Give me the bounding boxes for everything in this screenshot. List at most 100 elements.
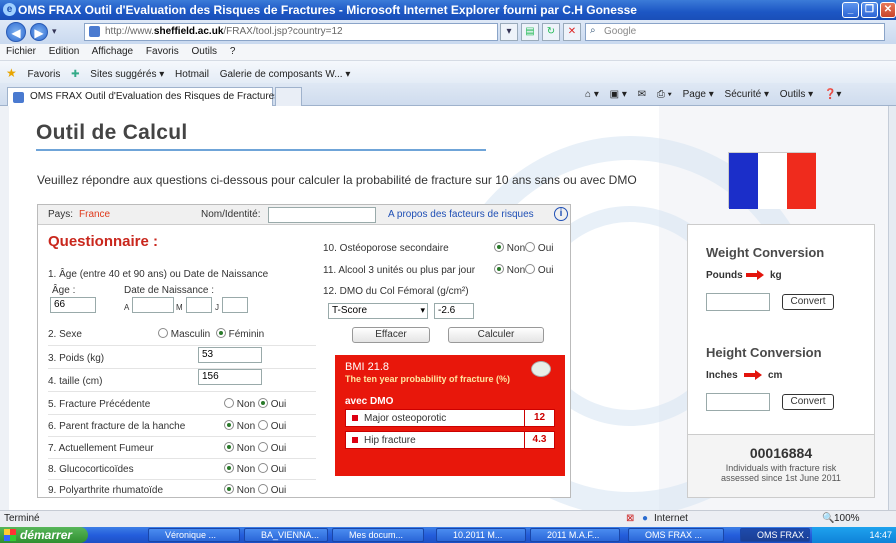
sex-radios: Masculin Féminin — [158, 328, 264, 340]
questionnaire-heading: Questionnaire : — [48, 233, 159, 250]
q10-yes-radio[interactable] — [525, 242, 536, 252]
task-veronique[interactable]: Véronique ... — [148, 528, 240, 542]
hip-label: Hip fracture — [364, 435, 416, 446]
clear-button[interactable]: Effacer — [352, 327, 430, 343]
favorite-hotmail[interactable]: Hotmail — [175, 69, 209, 80]
task-oms-frax-2[interactable]: OMS FRAX ... — [740, 528, 810, 542]
weight-convert-button[interactable]: Convert — [782, 294, 834, 310]
graph-icon[interactable] — [531, 361, 551, 377]
menu-edition[interactable]: Edition — [49, 46, 80, 57]
q7-no-radio[interactable] — [224, 442, 234, 452]
history-dropdown-icon[interactable]: ▾ — [52, 26, 57, 37]
favorites-button[interactable]: Favoris — [28, 69, 61, 80]
maximize-button[interactable]: ❐ — [861, 2, 878, 18]
favorites-star-icon: ★ — [6, 66, 17, 80]
about-risk-factors-link[interactable]: A propos des facteurs de risques — [388, 209, 534, 220]
q8-no-radio[interactable] — [224, 463, 234, 473]
forward-button[interactable]: ▶ — [30, 23, 48, 41]
q9-label: 9. Polyarthrite rhumatoïde — [48, 485, 164, 496]
favorite-galerie[interactable]: Galerie de composants W... ▾ — [220, 69, 351, 80]
pounds-input[interactable] — [706, 293, 770, 311]
new-tab-button[interactable] — [275, 87, 302, 106]
menu-fichier[interactable]: Fichier — [6, 46, 36, 57]
minimize-button[interactable]: _ — [842, 2, 859, 18]
vertical-scrollbar[interactable] — [888, 106, 896, 510]
sex-male-radio[interactable] — [158, 328, 168, 338]
zoom-icon[interactable]: 🔍 — [822, 513, 834, 524]
home-icon[interactable]: ⌂ ▾ — [585, 89, 599, 100]
menu-outils[interactable]: Outils — [191, 46, 217, 57]
calculate-button[interactable]: Calculer — [448, 327, 544, 343]
add-favorite-icon[interactable]: ✚ — [71, 69, 79, 80]
height-input[interactable]: 156 — [198, 369, 262, 385]
task-ba-vienna[interactable]: BA_VIENNA... — [244, 528, 328, 542]
back-button[interactable]: ◀ — [6, 22, 26, 42]
q8-yes-label: Oui — [270, 464, 287, 475]
search-icon: ⌕ — [590, 25, 596, 36]
task-mes-documents[interactable]: Mes docum... — [332, 528, 424, 542]
q6-no-radio[interactable] — [224, 420, 234, 430]
q11-label: 11. Alcool 3 unités ou plus par jour — [323, 265, 476, 276]
compatibility-icon[interactable]: ▤ — [521, 23, 539, 41]
q5-no-radio[interactable] — [224, 398, 234, 408]
start-button[interactable]: démarrer — [0, 527, 88, 543]
zoom-level[interactable]: 100% — [834, 513, 860, 524]
command-securite[interactable]: Sécurité ▾ — [725, 89, 769, 100]
hip-value: 4.3 — [524, 432, 554, 448]
inches-input[interactable] — [706, 393, 770, 411]
address-field[interactable]: http://www.sheffield.ac.uk/FRAX/tool.jsp… — [84, 23, 498, 41]
feeds-icon[interactable]: ▣ ▾ — [610, 89, 627, 100]
title-underline — [36, 149, 486, 151]
info-icon[interactable]: i — [554, 207, 568, 221]
q6-yes-radio[interactable] — [257, 420, 268, 430]
favorite-sites-suggeres[interactable]: Sites suggérés ▾ — [90, 69, 164, 80]
task-oms-frax-1[interactable]: OMS FRAX ... — [628, 528, 724, 542]
menu-favoris[interactable]: Favoris — [146, 46, 179, 57]
year-input[interactable] — [132, 297, 174, 313]
sex-female-radio[interactable] — [215, 328, 226, 338]
q10-no-radio[interactable] — [494, 242, 504, 252]
q9-no-radio[interactable] — [224, 484, 234, 494]
windows-logo-icon — [4, 529, 16, 541]
window-title: OMS FRAX Outil d'Evaluation des Risques … — [18, 3, 637, 17]
q11-no-radio[interactable] — [494, 264, 504, 274]
task-excel-2[interactable]: 2011 M.A.F... — [530, 528, 620, 542]
q5-label: 5. Fracture Précédente — [48, 399, 151, 410]
q8-yes-radio[interactable] — [257, 463, 268, 473]
country-label: Pays: — [48, 209, 74, 220]
command-outils[interactable]: Outils ▾ — [780, 89, 813, 100]
separator — [48, 436, 316, 437]
help-icon[interactable]: ❓▾ — [824, 89, 841, 100]
q4-label: 4. taille (cm) — [48, 376, 103, 387]
country-value[interactable]: France — [79, 209, 110, 220]
menu-help[interactable]: ? — [230, 46, 236, 57]
q9-yes-label: Oui — [270, 485, 287, 496]
weight-input[interactable]: 53 — [198, 347, 262, 363]
address-dropdown-icon[interactable]: ▾ — [500, 23, 518, 41]
name-input[interactable] — [268, 207, 376, 223]
close-button[interactable]: ✕ — [880, 2, 896, 18]
height-convert-button[interactable]: Convert — [782, 394, 834, 410]
refresh-icon[interactable]: ↻ — [542, 23, 560, 41]
stop-icon[interactable]: ✕ — [563, 23, 581, 41]
bmd-type-select[interactable]: T-Score ▾ — [328, 303, 428, 319]
q11-yes-radio[interactable] — [525, 264, 536, 274]
month-input[interactable] — [186, 297, 212, 313]
inches-label: Inches — [706, 370, 738, 381]
print-icon[interactable]: ⎙ ▾ — [657, 89, 672, 100]
q7-yes-radio[interactable] — [257, 442, 268, 452]
tscore-input[interactable]: -2.6 — [434, 303, 474, 319]
day-input[interactable] — [222, 297, 248, 313]
search-field[interactable]: ⌕ Google — [585, 23, 885, 41]
q10-yes-label: Oui — [537, 243, 554, 254]
q5-yes-radio[interactable] — [257, 398, 268, 408]
mail-icon[interactable]: ✉ — [638, 89, 646, 100]
task-excel-1[interactable]: 10.2011 M... — [436, 528, 526, 542]
command-page[interactable]: Page ▾ — [683, 89, 714, 100]
separator — [48, 458, 316, 459]
tab-frax[interactable]: OMS FRAX Outil d'Evaluation des Risques … — [7, 87, 279, 106]
favorites-bar: ★ Favoris ✚ Sites suggérés ▾ Hotmail Gal… — [0, 61, 896, 83]
age-input[interactable]: 66 — [50, 297, 96, 313]
q9-yes-radio[interactable] — [257, 484, 268, 494]
menu-affichage[interactable]: Affichage — [92, 46, 134, 57]
